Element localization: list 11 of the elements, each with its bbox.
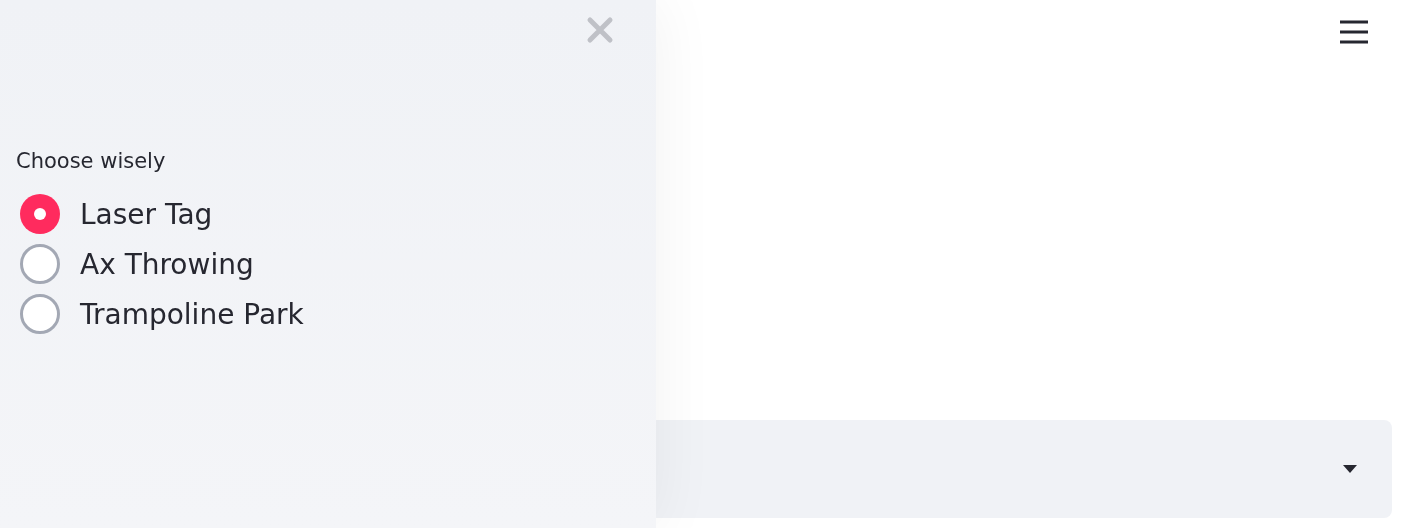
radio-option-label[interactable]: Laser Tag [80,197,213,231]
select-field[interactable] [656,420,1392,518]
radio-option-label[interactable]: Ax Throwing [80,247,254,281]
radio-button[interactable] [20,194,60,234]
menu-icon [1339,20,1369,44]
radio-button[interactable] [20,244,60,284]
radio-option-label[interactable]: Trampoline Park [80,297,304,331]
radio-group-label: Choose wisely [16,148,167,175]
caret-icon [1342,464,1358,474]
close-icon [586,16,614,44]
radio-button[interactable] [20,294,60,334]
